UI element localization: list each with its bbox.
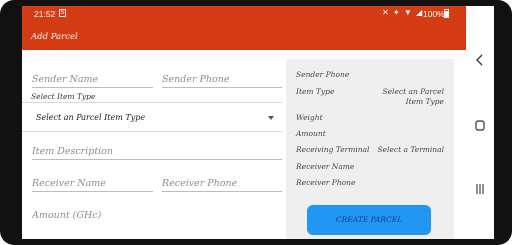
item-type-selected: Select an Parcel Item Type [36,113,146,122]
home-square-icon [475,120,485,131]
status-time: 21:52 [34,9,56,19]
notification-icon: S [59,9,66,17]
item-type-dropdown[interactable]: Select an Parcel Item Type [22,102,282,132]
dropdown-arrow-icon [268,116,274,120]
item-type-label: Select Item Type [31,92,96,101]
sender-phone-input[interactable] [162,74,282,85]
page-title: Add Parcel [31,32,78,42]
battery-icon [444,9,449,18]
sender-name-field[interactable] [32,68,153,88]
summary-receiver-name-label: Receiver Name [296,162,355,171]
summary-weight-label: Weight [296,113,323,122]
item-description-field[interactable] [32,140,282,160]
summary-item-type-label: Item Type [296,87,335,96]
receiver-phone-field[interactable] [162,172,282,192]
summary-amount-label: Amount [296,129,326,138]
app-bar: Add Parcel [22,22,466,50]
create-parcel-button[interactable]: CREATE PARCEL [307,205,431,235]
sender-name-input[interactable] [32,74,153,85]
recent-apps-button[interactable] [466,181,494,200]
summary-receiving-terminal-label: Receiving Terminal [296,145,370,154]
summary-receiver-phone-label: Receiver Phone [296,178,356,187]
home-button[interactable] [466,118,494,137]
system-navigation-bar [466,6,494,239]
summary-receiving-terminal-value: Select a Terminal [377,145,444,154]
recent-apps-icon [476,184,484,194]
amount-input[interactable] [32,210,153,221]
status-icons: ✕ ✦ ▼ ◢ [382,8,424,17]
receiver-phone-input[interactable] [162,178,282,189]
sender-phone-field[interactable] [162,68,282,88]
app-screen: 21:52 S ✕ ✦ ▼ ◢ 100% Add Parcel Select I… [22,6,466,239]
back-chevron-icon [476,54,483,66]
summary-item-type-value: Select an Parcel Item Type [382,87,444,106]
battery-percent: 100% [423,9,445,19]
receiver-name-input[interactable] [32,178,153,189]
back-button[interactable] [466,52,494,71]
status-bar: 21:52 S ✕ ✦ ▼ ◢ 100% [22,6,466,22]
amount-field[interactable] [32,203,153,223]
item-description-input[interactable] [32,146,282,157]
parcel-summary-panel: Sender Phone Item Type Select an Parcel … [286,59,454,239]
receiver-name-field[interactable] [32,172,153,192]
summary-sender-phone-label: Sender Phone [296,70,350,79]
